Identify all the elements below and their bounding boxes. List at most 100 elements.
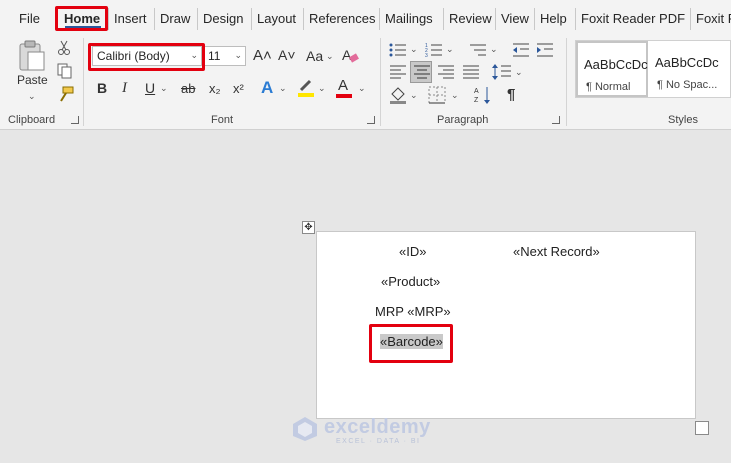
multilevel-list-icon[interactable] <box>469 42 487 58</box>
tab-draw[interactable]: Draw <box>160 11 190 26</box>
table-move-handle-icon[interactable]: ✥ <box>302 221 315 234</box>
chevron-down-icon[interactable]: ⌄ <box>326 51 334 62</box>
watermark-tagline: EXCEL · DATA · BI <box>336 438 421 445</box>
paragraph-launcher-icon[interactable] <box>552 116 560 124</box>
home-tab-highlight-box <box>55 6 108 31</box>
chevron-down-icon[interactable]: ⌄ <box>451 90 459 101</box>
decrease-indent-icon[interactable] <box>512 42 530 58</box>
font-size-value: 11 <box>208 49 221 63</box>
chevron-down-icon: ⌄ <box>234 50 242 60</box>
menu-separator <box>108 8 109 30</box>
font-color-button[interactable]: A <box>338 78 348 93</box>
style-name: ¶ Normal <box>586 81 631 93</box>
font-group-label: Font <box>211 114 234 126</box>
tab-review[interactable]: Review <box>449 11 492 26</box>
menu-separator <box>443 8 444 30</box>
merge-field-next-record[interactable]: «Next Record» <box>513 244 600 259</box>
underline-button[interactable]: U <box>145 81 155 95</box>
paste-button[interactable]: Paste <box>17 74 48 86</box>
strikethrough-button[interactable]: ab <box>181 82 195 95</box>
clear-formatting-icon[interactable]: A <box>341 46 359 64</box>
bullets-icon[interactable] <box>389 42 407 58</box>
subscript-button[interactable]: x₂ <box>209 82 221 95</box>
shrink-font-button[interactable]: A˅ <box>278 48 296 62</box>
align-left-icon[interactable] <box>389 64 407 80</box>
chevron-down-icon[interactable]: ⌄ <box>446 44 454 55</box>
chevron-down-icon[interactable]: ⌄ <box>160 83 168 94</box>
svg-text:Z: Z <box>474 97 479 104</box>
table-resize-handle[interactable] <box>695 421 709 435</box>
chevron-down-icon[interactable]: ⌄ <box>358 83 366 94</box>
menu-separator <box>534 8 535 30</box>
clipboard-launcher-icon[interactable] <box>71 116 79 124</box>
merge-field-id[interactable]: «ID» <box>399 244 426 259</box>
style-sample: AaBbCcDc <box>584 57 648 72</box>
cut-icon[interactable] <box>57 40 71 56</box>
numbering-icon[interactable]: 1 2 3 <box>425 42 443 58</box>
menu-separator <box>197 8 198 30</box>
tab-insert[interactable]: Insert <box>114 11 147 26</box>
tab-foxit-pdf[interactable]: Foxit P <box>696 11 731 26</box>
chevron-down-icon[interactable]: ⌄ <box>279 83 287 94</box>
change-case-button[interactable]: Aa <box>306 49 323 63</box>
align-center-button[interactable] <box>410 61 432 83</box>
group-separator <box>83 38 84 126</box>
menu-separator <box>495 8 496 30</box>
style-normal[interactable]: AaBbCcDc ¶ Normal <box>576 41 648 97</box>
highlighter-icon[interactable] <box>297 78 315 98</box>
chevron-down-icon[interactable]: ⌄ <box>410 44 418 55</box>
chevron-down-icon[interactable]: ⌄ <box>318 83 326 94</box>
svg-text:3: 3 <box>425 53 428 58</box>
paragraph-group-label: Paragraph <box>437 114 489 126</box>
tab-design[interactable]: Design <box>203 11 243 26</box>
tab-view[interactable]: View <box>501 11 529 26</box>
exceldemy-watermark: exceldemy EXCEL · DATA · BI <box>292 414 442 446</box>
menu-separator <box>575 8 576 30</box>
group-separator <box>566 38 567 126</box>
clipboard-group-label: Clipboard <box>8 114 56 126</box>
chevron-down-icon[interactable]: ⌄ <box>515 67 523 78</box>
group-separator <box>380 38 381 126</box>
paste-icon[interactable] <box>16 40 48 72</box>
bold-button[interactable]: B <box>97 81 107 95</box>
tab-file[interactable]: File <box>19 11 40 26</box>
font-selector-highlight-box <box>88 43 205 71</box>
exceldemy-logo-icon <box>293 417 317 441</box>
chevron-down-icon[interactable]: ⌄ <box>410 90 418 101</box>
tab-help[interactable]: Help <box>540 11 567 26</box>
barcode-highlight-box <box>369 324 453 363</box>
font-size-select[interactable]: 11 ⌄ <box>204 46 246 66</box>
style-name: ¶ No Spac... <box>657 79 718 91</box>
line-spacing-icon[interactable] <box>492 63 512 81</box>
text-effects-button[interactable]: A <box>261 79 273 96</box>
svg-text:A: A <box>342 47 352 63</box>
styles-gallery: AaBbCcDc ¶ Normal AaBbCcDc ¶ No Spac... <box>575 40 731 98</box>
tab-mailings[interactable]: Mailings <box>385 11 433 26</box>
shading-icon[interactable] <box>389 86 407 104</box>
merge-field-mrp[interactable]: MRP «MRP» <box>375 304 451 319</box>
font-color-bar <box>336 94 352 98</box>
borders-icon[interactable] <box>428 86 446 104</box>
tab-references[interactable]: References <box>309 11 375 26</box>
grow-font-button[interactable]: A˄ <box>253 48 272 63</box>
merge-field-product[interactable]: «Product» <box>381 274 440 289</box>
italic-button[interactable]: I <box>122 81 127 96</box>
justify-icon[interactable] <box>462 64 480 80</box>
chevron-down-icon[interactable]: ⌄ <box>28 91 36 102</box>
style-no-spacing[interactable]: AaBbCcDc ¶ No Spac... <box>649 41 721 97</box>
sort-icon[interactable]: A Z <box>474 85 492 105</box>
menu-separator <box>251 8 252 30</box>
tab-foxit-reader-pdf[interactable]: Foxit Reader PDF <box>581 11 685 26</box>
format-painter-icon[interactable] <box>56 86 74 104</box>
pilcrow-icon[interactable]: ¶ <box>507 87 515 102</box>
copy-icon[interactable] <box>57 63 73 79</box>
chevron-down-icon[interactable]: ⌄ <box>490 44 498 55</box>
font-launcher-icon[interactable] <box>367 116 375 124</box>
superscript-button[interactable]: x² <box>233 82 244 95</box>
style-sample: AaBbCcDc <box>655 55 719 70</box>
align-right-icon[interactable] <box>437 64 455 80</box>
align-center-icon <box>414 65 430 79</box>
menu-separator <box>379 8 380 30</box>
increase-indent-icon[interactable] <box>536 42 554 58</box>
tab-layout[interactable]: Layout <box>257 11 296 26</box>
